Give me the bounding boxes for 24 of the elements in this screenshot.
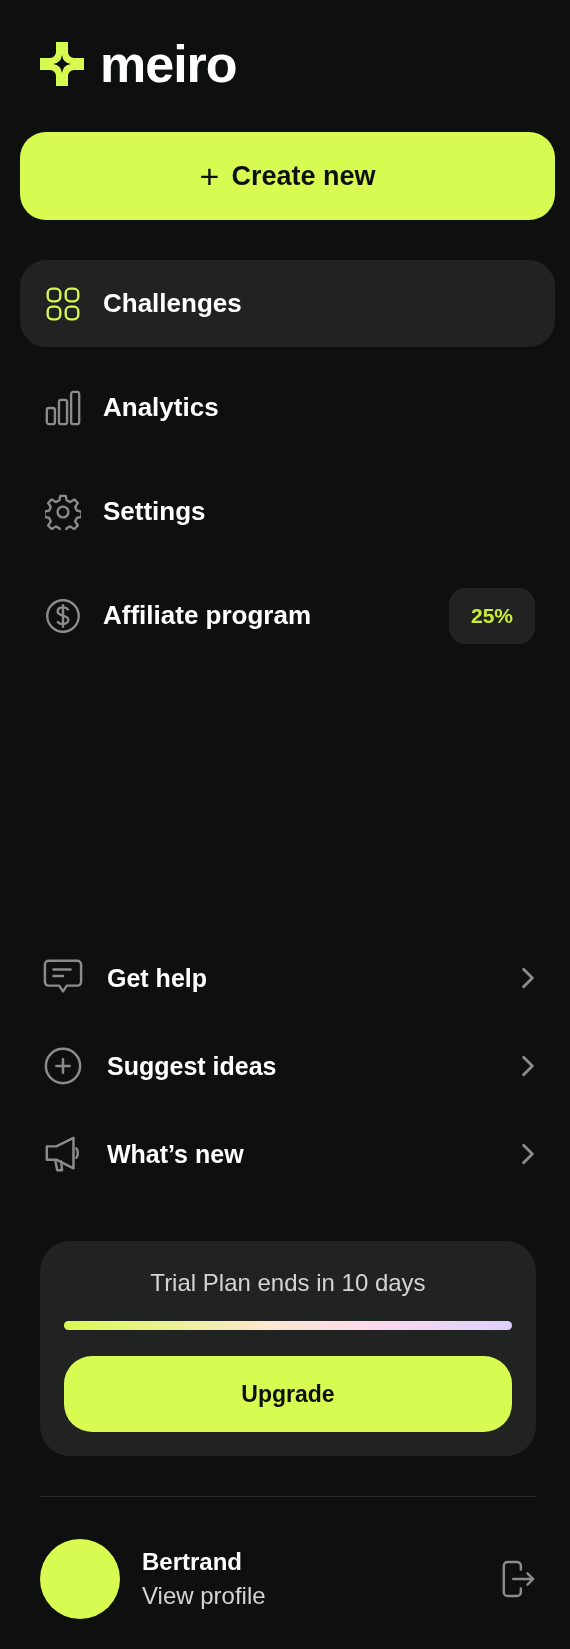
support-link[interactable]: What’s new xyxy=(43,1125,535,1183)
chevron-right-icon xyxy=(521,967,535,989)
nav-item[interactable]: Settings xyxy=(20,468,555,555)
user-name: Bertrand xyxy=(142,1548,244,1576)
upgrade-button[interactable]: Upgrade xyxy=(64,1356,512,1432)
settings-icon xyxy=(45,493,81,530)
logout-icon[interactable] xyxy=(500,1560,536,1598)
bar-chart-icon xyxy=(45,389,81,426)
trial-text: Trial Plan ends in 10 days xyxy=(149,1269,427,1297)
view-profile-link[interactable]: View profile xyxy=(142,1582,266,1610)
nav-item[interactable]: Analytics xyxy=(20,364,555,451)
create-new-button[interactable]: + Create new xyxy=(20,132,555,220)
logo-text: meiro xyxy=(100,40,237,88)
percent-badge: 25% xyxy=(448,587,535,644)
support-link[interactable]: Suggest ideas xyxy=(43,1037,535,1095)
nav-item[interactable]: Affiliate program 25% xyxy=(20,572,555,659)
support-link[interactable]: Get help xyxy=(43,949,535,1007)
grid-icon xyxy=(45,285,81,322)
logo-icon xyxy=(40,42,84,86)
nav-item[interactable]: Challenges xyxy=(20,260,555,347)
chevron-right-icon xyxy=(521,1143,535,1165)
chevron-right-icon xyxy=(521,1055,535,1077)
plus-circle-icon xyxy=(43,1046,83,1086)
dollar-icon xyxy=(45,597,81,634)
